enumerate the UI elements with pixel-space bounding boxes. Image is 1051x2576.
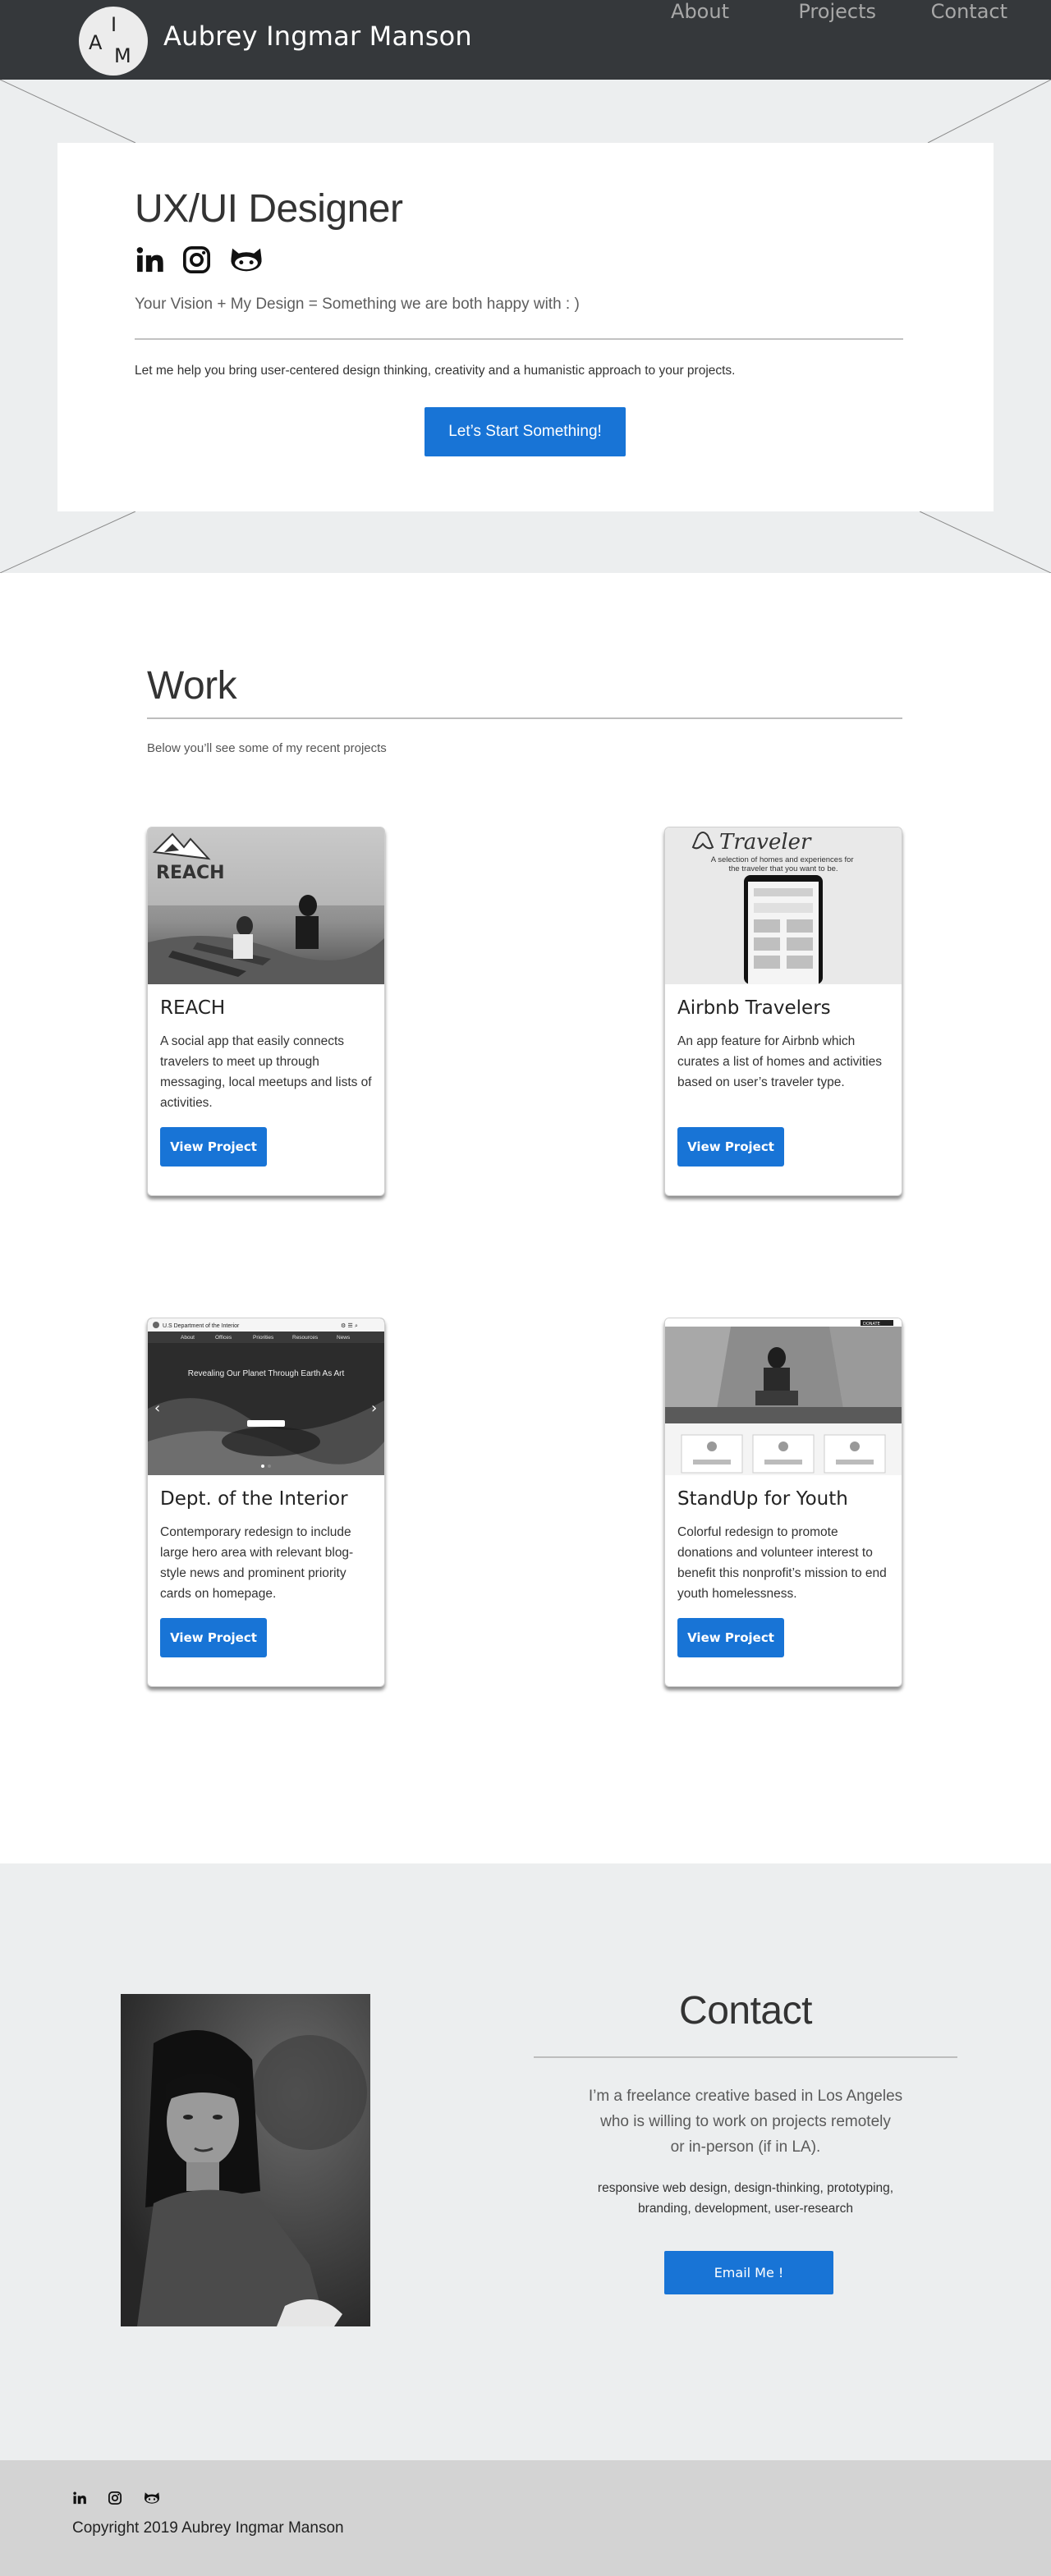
svg-text:⚙ ☰ ⌕: ⚙ ☰ ⌕ xyxy=(341,1322,358,1329)
github-icon[interactable] xyxy=(228,245,264,275)
work-subtitle: Below you’ll see some of my recent proje… xyxy=(147,741,387,755)
svg-text:Offices: Offices xyxy=(215,1335,232,1341)
portrait-photo xyxy=(121,1994,370,2326)
svg-text:Priorities: Priorities xyxy=(253,1335,274,1341)
nav-link-about[interactable]: About xyxy=(671,0,729,23)
hero-divider xyxy=(135,338,903,340)
svg-text:Resources: Resources xyxy=(292,1335,319,1341)
linkedin-icon[interactable] xyxy=(72,2491,87,2505)
start-something-button[interactable]: Let’s Start Something! xyxy=(425,407,626,456)
contact-divider xyxy=(534,2056,957,2058)
svg-text:U.S Department of the Interior: U.S Department of the Interior xyxy=(163,1323,240,1329)
hero-section: UX/UI Designer Your Vision + My Design =… xyxy=(0,80,1051,573)
view-project-button[interactable]: View Project xyxy=(677,1127,784,1167)
view-project-button[interactable]: View Project xyxy=(160,1618,267,1657)
project-title: Airbnb Travelers xyxy=(677,997,831,1019)
contact-skills: responsive web design, design-thinking, … xyxy=(534,2178,957,2219)
skills-line: responsive web design, design-thinking, … xyxy=(597,2181,894,2195)
hero-title: UX/UI Designer xyxy=(135,187,403,231)
project-title: REACH xyxy=(160,997,226,1019)
project-title: StandUp for Youth xyxy=(677,1488,848,1510)
contact-intro: I’m a freelance creative based in Los An… xyxy=(534,2083,957,2160)
project-image-standup-youth[interactable]: DONATE xyxy=(665,1318,902,1475)
logo-letter-m: M xyxy=(114,44,131,67)
contact-section: Contact I’m a freelance creative based i… xyxy=(0,1863,1051,2460)
copyright-text: Copyright 2019 Aubrey Ingmar Manson xyxy=(72,2519,344,2537)
contact-title: Contact xyxy=(679,1989,812,2033)
work-title: Work xyxy=(147,664,237,708)
email-me-button[interactable]: Email Me ! xyxy=(664,2251,833,2294)
svg-text:A selection of homes and exper: A selection of homes and experiences for… xyxy=(711,855,856,873)
hero-tagline: Your Vision + My Design = Something we a… xyxy=(135,296,580,313)
project-description: A social app that easily connects travel… xyxy=(160,1034,372,1110)
project-card-airbnb-travelers: Traveler A selection of homes and experi… xyxy=(664,827,902,1196)
project-image-reach[interactable]: REACH xyxy=(148,827,384,984)
top-nav: A I M Aubrey Ingmar Manson About Project… xyxy=(0,0,1051,80)
traveler-logo-text: Traveler xyxy=(719,830,812,855)
footer: Copyright 2019 Aubrey Ingmar Manson xyxy=(0,2460,1051,2576)
contact-intro-line: or in-person (if in LA). xyxy=(670,2138,821,2156)
hero-body-text: Let me help you bring user-centered desi… xyxy=(135,364,736,378)
svg-text:‹: ‹ xyxy=(154,1400,160,1417)
contact-intro-line: who is willing to work on projects remot… xyxy=(600,2113,891,2130)
project-card-standup-youth: DONATE StandUp for Youth Colorful redesi… xyxy=(664,1318,902,1687)
nav-link-contact[interactable]: Contact xyxy=(931,0,1007,23)
svg-text:DONATE: DONATE xyxy=(863,1322,880,1327)
svg-text:News: News xyxy=(337,1335,351,1341)
project-description: Colorful redesign to promote donations a… xyxy=(677,1525,887,1601)
nav-link-projects[interactable]: Projects xyxy=(798,0,876,23)
view-project-button[interactable]: View Project xyxy=(160,1127,267,1167)
instagram-icon[interactable] xyxy=(108,2491,122,2505)
instagram-icon[interactable] xyxy=(181,245,212,275)
project-image-dept-interior[interactable]: U.S Department of the Interior ⚙ ☰ ⌕ Abo… xyxy=(148,1318,384,1475)
footer-social-links xyxy=(72,2491,161,2505)
github-icon[interactable] xyxy=(143,2491,161,2505)
logo-letter-i: I xyxy=(111,13,117,36)
project-description: An app feature for Airbnb which curates … xyxy=(677,1034,882,1089)
work-divider xyxy=(147,717,902,719)
hero-card: UX/UI Designer Your Vision + My Design =… xyxy=(57,143,994,511)
project-card-reach: REACH REACH A social app that easily con… xyxy=(147,827,385,1196)
brand-name[interactable]: Aubrey Ingmar Manson xyxy=(163,21,472,52)
project-image-airbnb-travelers[interactable]: Traveler A selection of homes and experi… xyxy=(665,827,902,984)
svg-text:About: About xyxy=(181,1335,195,1341)
svg-text:›: › xyxy=(371,1400,377,1417)
skills-line: branding, development, user-research xyxy=(638,2202,853,2216)
project-title: Dept. of the Interior xyxy=(160,1488,348,1510)
logo-monogram[interactable]: A I M xyxy=(79,7,148,76)
project-card-dept-interior: U.S Department of the Interior ⚙ ☰ ⌕ Abo… xyxy=(147,1318,385,1687)
hero-social-links xyxy=(135,245,264,275)
logo-letter-a: A xyxy=(89,31,103,54)
linkedin-icon[interactable] xyxy=(135,245,165,275)
view-project-button[interactable]: View Project xyxy=(677,1618,784,1657)
work-section: Work Below you’ll see some of my recent … xyxy=(0,573,1051,1863)
reach-logo-text: REACH xyxy=(156,863,225,883)
contact-intro-line: I’m a freelance creative based in Los An… xyxy=(588,2088,903,2105)
svg-text:Revealing Our Planet Through E: Revealing Our Planet Through Earth As Ar… xyxy=(188,1369,345,1378)
project-description: Contemporary redesign to include large h… xyxy=(160,1525,354,1601)
